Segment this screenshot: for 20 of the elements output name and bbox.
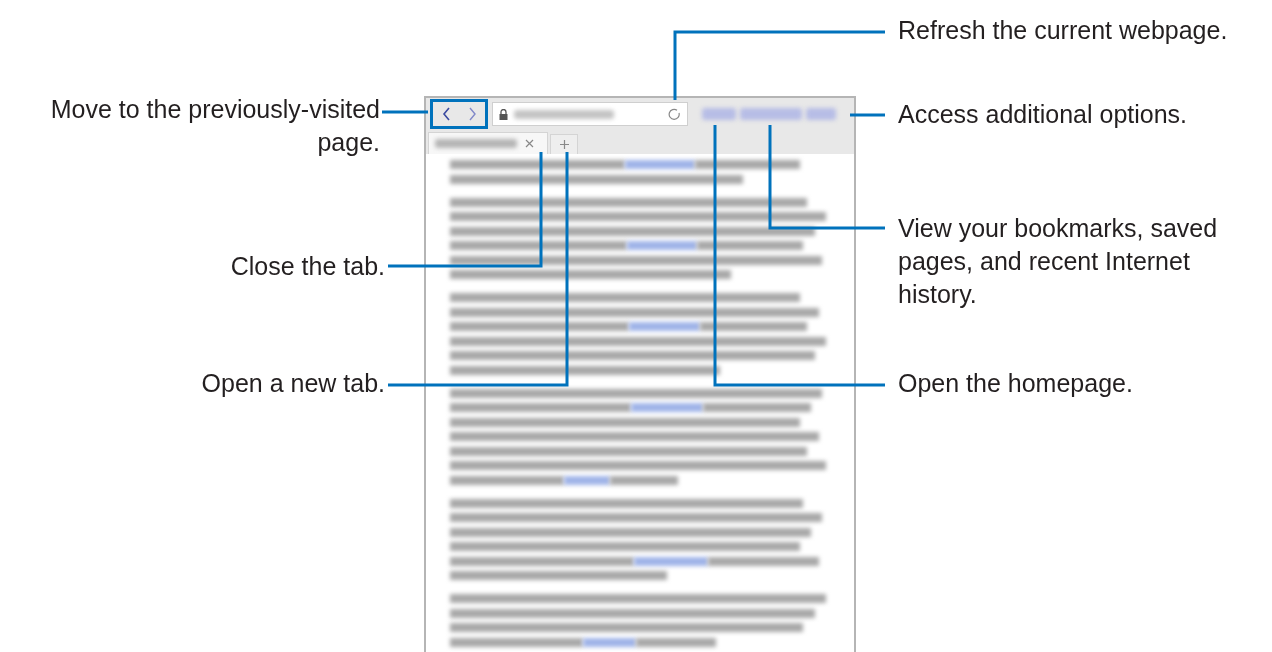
browser-tab[interactable] xyxy=(428,132,548,154)
callout-label: Open a new tab. xyxy=(201,368,385,399)
callout-label: Open the homepage. xyxy=(898,368,1133,399)
new-tab-button[interactable] xyxy=(550,134,578,154)
callout-label: Move to the previously-visited page. xyxy=(50,94,380,158)
plus-icon xyxy=(559,140,569,149)
more-button[interactable] xyxy=(806,108,836,120)
refresh-icon[interactable] xyxy=(668,107,681,121)
callout-label: Refresh the current webpage. xyxy=(898,15,1228,46)
bookmarks-button[interactable] xyxy=(740,108,802,120)
callout-label: Close the tab. xyxy=(230,251,385,282)
leader-line xyxy=(382,110,428,114)
close-icon[interactable] xyxy=(525,139,534,148)
lock-icon xyxy=(499,108,508,120)
leader-line xyxy=(850,113,885,117)
navigation-buttons[interactable] xyxy=(430,99,488,129)
callout-label: Access additional options. xyxy=(898,99,1188,130)
address-field[interactable] xyxy=(492,102,688,126)
home-button[interactable] xyxy=(702,108,736,120)
callout-label: View your bookmarks, saved pages, and recent Internet history. xyxy=(898,213,1218,310)
